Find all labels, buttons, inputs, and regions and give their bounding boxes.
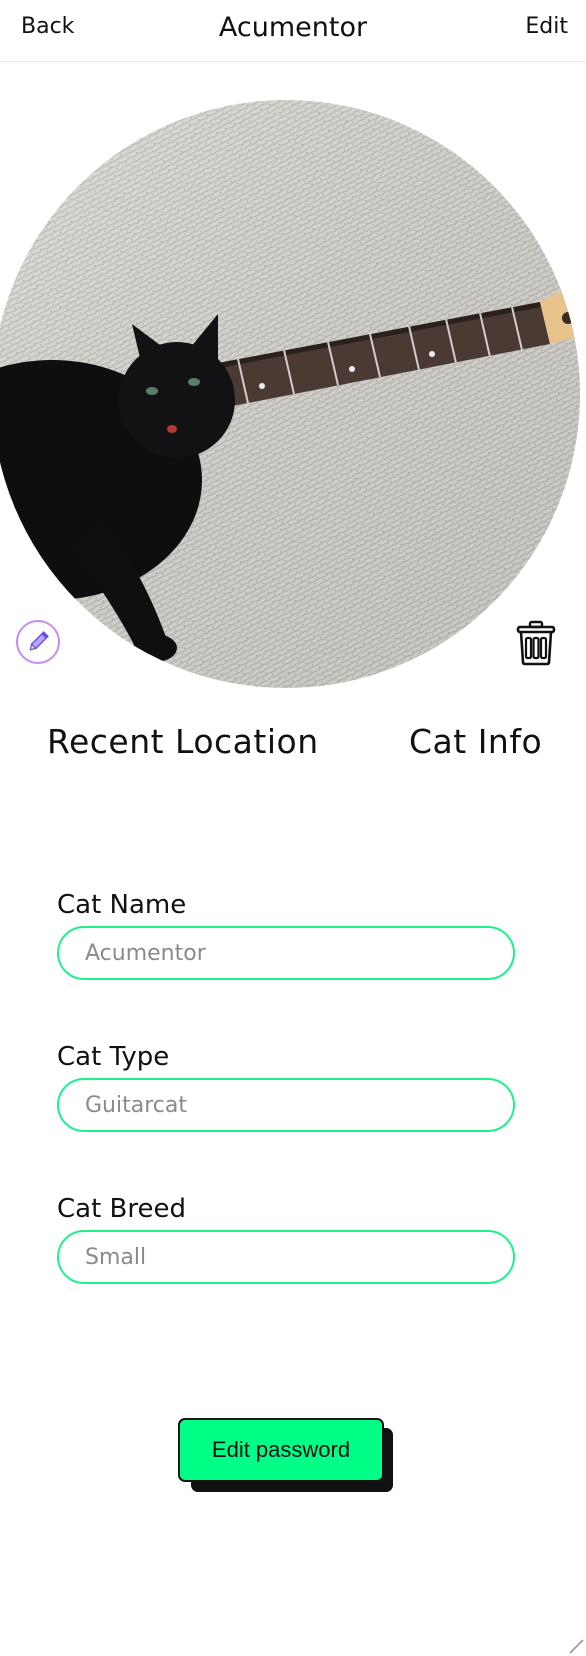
edit-password-button[interactable]: Edit password [178, 1418, 384, 1482]
edit-button[interactable]: Edit [525, 14, 568, 39]
edit-photo-button[interactable] [16, 620, 60, 664]
cat-name-input[interactable] [57, 926, 515, 980]
delete-photo-button[interactable] [513, 617, 559, 669]
cat-profile-photo [0, 100, 580, 688]
resize-handle-icon[interactable] [568, 1638, 584, 1654]
pencil-icon [29, 631, 49, 651]
trash-icon [516, 620, 556, 666]
cat-type-input[interactable] [57, 1078, 515, 1132]
cat-name-label: Cat Name [57, 890, 187, 920]
page-title: Acumentor [218, 12, 368, 43]
cat-name-field-group: Cat Name [57, 890, 515, 980]
cat-type-field-group: Cat Type [57, 1042, 515, 1132]
tab-cat-info[interactable]: Cat Info [409, 722, 542, 761]
cat-breed-label: Cat Breed [57, 1194, 186, 1224]
cat-breed-field-group: Cat Breed [57, 1194, 515, 1284]
profile-tabs: Recent Location Cat Info [0, 722, 586, 768]
cat-type-label: Cat Type [57, 1042, 170, 1072]
top-nav-bar: Back Acumentor Edit [0, 0, 586, 62]
tab-recent-location[interactable]: Recent Location [47, 722, 319, 761]
cat-breed-input[interactable] [57, 1230, 515, 1284]
